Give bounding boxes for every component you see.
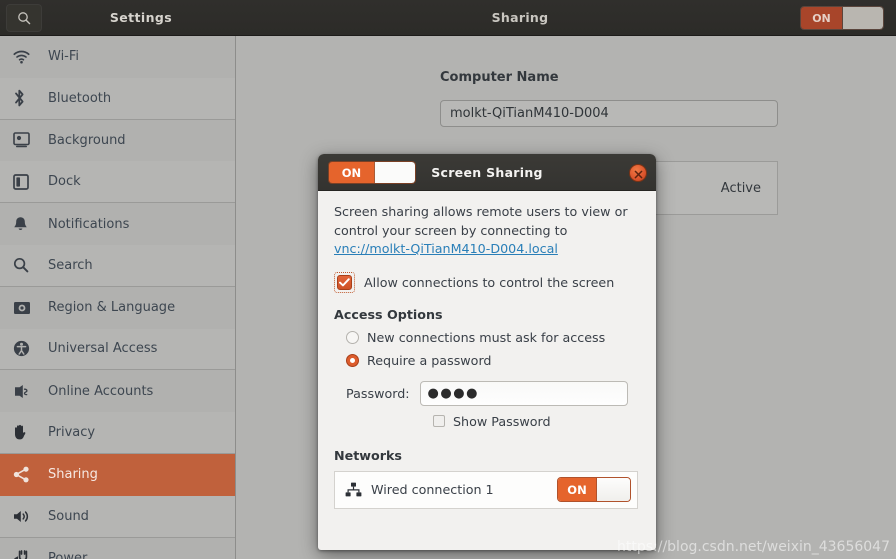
sidebar-item-sound[interactable]: Sound <box>0 495 235 538</box>
sharing-master-toggle-label: ON <box>801 7 842 29</box>
region-language-icon <box>13 298 39 318</box>
wifi-icon <box>13 47 39 67</box>
search-icon <box>17 11 31 25</box>
sidebar-item-wifi[interactable]: Wi-Fi <box>0 36 235 78</box>
page-title: Sharing <box>491 10 549 25</box>
sidebar-item-bluetooth[interactable]: Bluetooth <box>0 77 235 120</box>
network-list-item[interactable]: Wired connection 1 ON <box>334 470 638 509</box>
sidebar-item-label: Wi-Fi <box>48 49 80 65</box>
sidebar-item-label: Online Accounts <box>48 383 154 399</box>
password-input[interactable]: ●●●● <box>419 380 628 406</box>
show-password-row[interactable]: Show Password <box>334 414 640 429</box>
sidebar-item-universal-access[interactable]: Universal Access <box>0 328 235 371</box>
radio-require-password[interactable]: Require a password <box>334 353 640 368</box>
sidebar[interactable]: Wi-Fi Bluetooth Background Dock Notifica… <box>0 36 236 559</box>
dock-icon <box>13 172 39 192</box>
sidebar-item-label: Sound <box>48 508 89 524</box>
password-row: Password: ●●●● <box>334 380 640 406</box>
sidebar-item-label: Universal Access <box>48 341 158 357</box>
radio-label: New connections must ask for access <box>367 329 606 345</box>
screen-sharing-toggle[interactable]: ON <box>328 161 416 184</box>
search-icon <box>13 255 39 275</box>
titlebar: Settings Sharing ON <box>0 0 896 36</box>
universal-access-icon <box>13 339 39 359</box>
sidebar-item-search[interactable]: Search <box>0 244 235 287</box>
close-button[interactable] <box>629 164 647 182</box>
settings-window: Settings Sharing ON Wi-Fi Bluetooth Back… <box>0 0 896 559</box>
dialog-description: Screen sharing allows remote users to vi… <box>334 203 636 259</box>
network-toggle-knob <box>596 478 630 501</box>
sidebar-item-privacy[interactable]: Privacy <box>0 412 235 454</box>
search-button[interactable] <box>6 4 42 32</box>
network-toggle[interactable]: ON <box>557 477 631 502</box>
vnc-link[interactable]: vnc://molkt-QiTianM410-D004.local <box>334 241 558 256</box>
power-plug-icon <box>13 548 39 559</box>
close-icon <box>634 164 643 183</box>
dialog-titlebar: ON Screen Sharing <box>318 154 656 191</box>
allow-control-checkbox-row[interactable]: Allow connections to control the screen <box>334 271 640 293</box>
screen-sharing-dialog: ON Screen Sharing Screen sharing allows … <box>318 154 656 550</box>
sidebar-item-label: Region & Language <box>48 300 176 316</box>
screen-sharing-toggle-knob <box>373 162 415 183</box>
privacy-hand-icon <box>13 423 39 443</box>
computer-name-label: Computer Name <box>440 70 559 85</box>
show-password-checkbox[interactable] <box>433 415 445 427</box>
network-name: Wired connection 1 <box>371 482 494 497</box>
sidebar-item-power[interactable]: Power <box>0 537 235 559</box>
radio-new-connections-ask[interactable]: New connections must ask for access <box>334 330 640 345</box>
network-toggle-label: ON <box>558 478 596 501</box>
bluetooth-icon <box>13 88 39 108</box>
speaker-icon <box>13 506 39 526</box>
settings-panel-title: Settings <box>109 10 173 25</box>
allow-control-focus-ring <box>334 271 355 293</box>
sidebar-item-dock[interactable]: Dock <box>0 161 235 204</box>
computer-name-input[interactable]: molkt-QiTianM410-D004 <box>440 100 778 127</box>
background-icon <box>13 130 39 150</box>
dialog-body: Screen sharing allows remote users to vi… <box>318 191 656 509</box>
sidebar-item-label: Bluetooth <box>48 90 112 106</box>
description-text: Screen sharing allows remote users to vi… <box>334 204 628 238</box>
screen-sharing-toggle-label: ON <box>329 162 374 183</box>
sidebar-item-label: Search <box>48 257 93 273</box>
sidebar-item-background[interactable]: Background <box>0 119 235 162</box>
access-options-title: Access Options <box>334 306 443 322</box>
sidebar-item-label: Sharing <box>48 467 98 483</box>
checkmark-icon <box>339 277 350 286</box>
sidebar-item-notifications[interactable]: Notifications <box>0 203 235 245</box>
sidebar-item-label: Power <box>48 550 88 559</box>
sidebar-item-label: Privacy <box>48 425 96 441</box>
online-accounts-icon <box>13 381 39 401</box>
sidebar-item-region-language[interactable]: Region & Language <box>0 286 235 329</box>
networks-title: Networks <box>334 447 402 463</box>
radio-button[interactable] <box>346 330 359 344</box>
status-badge: Active <box>720 180 761 196</box>
show-password-label: Show Password <box>453 413 551 429</box>
sharing-icon <box>13 465 39 485</box>
sidebar-item-online-accounts[interactable]: Online Accounts <box>0 370 235 413</box>
allow-control-label: Allow connections to control the screen <box>364 274 615 290</box>
radio-button-selected[interactable] <box>346 353 359 367</box>
sharing-master-toggle[interactable]: ON <box>800 6 884 30</box>
sidebar-item-sharing[interactable]: Sharing <box>0 453 235 496</box>
sharing-master-toggle-knob <box>841 7 883 29</box>
sidebar-item-label: Dock <box>48 174 81 190</box>
password-label: Password: <box>346 385 410 401</box>
radio-label: Require a password <box>367 352 492 368</box>
allow-control-checkbox[interactable] <box>337 274 352 290</box>
wired-network-icon <box>345 482 365 497</box>
sidebar-item-label: Background <box>48 132 126 148</box>
bell-icon <box>13 214 39 234</box>
sidebar-item-label: Notifications <box>48 216 130 232</box>
